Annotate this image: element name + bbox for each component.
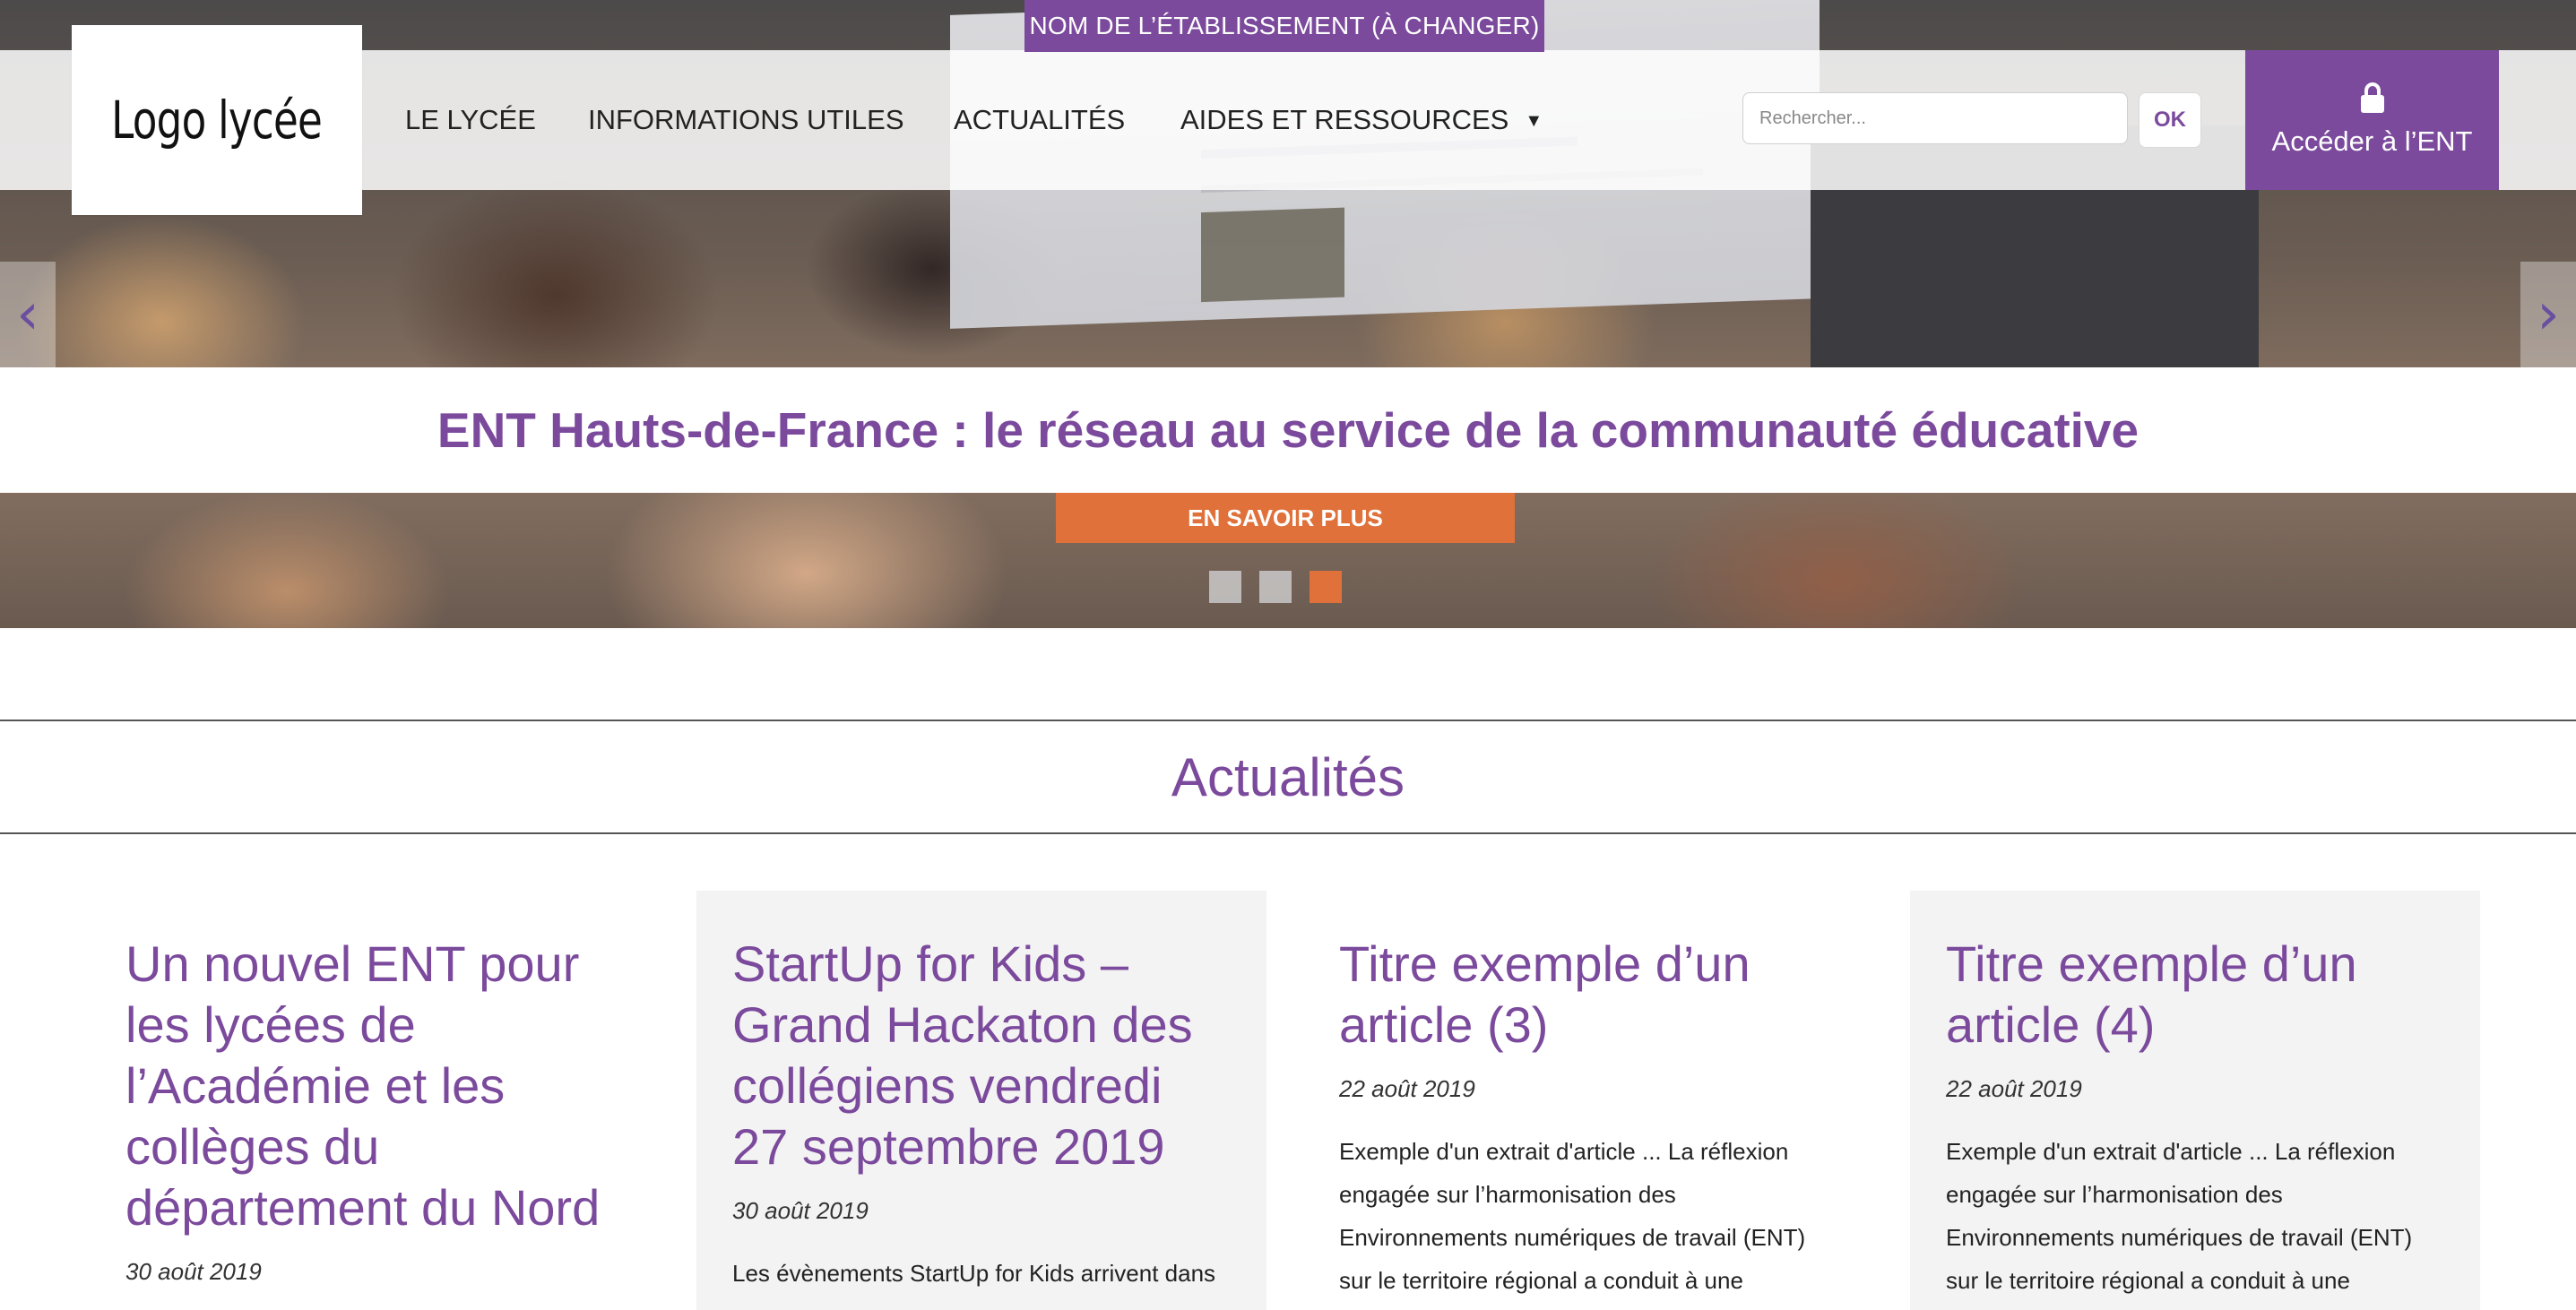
article-excerpt: Exemple d'un extrait d'article ... La ré… [1946, 1138, 2413, 1294]
slider-dots [1209, 571, 1342, 603]
article-excerpt: Exemple d'un extrait d'article ... La ré… [1339, 1138, 1806, 1294]
ent-access-button[interactable]: Accéder à l’ENT [2245, 50, 2499, 190]
article-date: 22 août 2019 [1946, 1075, 2082, 1102]
article-card[interactable]: Un nouvel ENT pour les lycées de l’Acadé… [90, 891, 660, 1310]
nav-item-le-lycee[interactable]: LE LYCÉE [405, 104, 536, 136]
article-title[interactable]: Titre exemple d’un article (4) [1946, 934, 2444, 1056]
article-card[interactable]: StartUp for Kids – Grand Hackaton des co… [696, 891, 1266, 1310]
slider-dot-1[interactable] [1209, 571, 1241, 603]
news-section-title: Actualités [1171, 746, 1405, 807]
article-date: 30 août 2019 [125, 1258, 262, 1285]
nav-item-aides-et-ressources[interactable]: AIDES ET RESSOURCES ▼ [1180, 104, 1543, 136]
nav-item-label: AIDES ET RESSOURCES [1180, 104, 1509, 135]
nav-item-actualites[interactable]: ACTUALITÉS [954, 104, 1125, 136]
school-name-tab: NOM DE L’ÉTABLISSEMENT (À CHANGER) [1024, 0, 1544, 52]
logo-text: Logo lycée [111, 90, 324, 151]
article-title[interactable]: Titre exemple d’un article (3) [1339, 934, 1837, 1056]
hero-caption: ENT Hauts-de-France : le réseau au servi… [0, 367, 2576, 493]
article-date: 30 août 2019 [732, 1197, 869, 1224]
nav-item-informations-utiles[interactable]: INFORMATIONS UTILES [588, 104, 904, 136]
slider-prev-arrow-icon[interactable]: ‹ [0, 262, 56, 367]
article-title[interactable]: Un nouvel ENT pour les lycées de l’Acadé… [125, 934, 624, 1238]
search-ok-button[interactable]: OK [2139, 92, 2201, 148]
news-section-header: Actualités [0, 720, 2576, 834]
article-title[interactable]: StartUp for Kids – Grand Hackaton des co… [732, 934, 1231, 1177]
hero-caption-title: ENT Hauts-de-France : le réseau au servi… [437, 402, 2139, 458]
caret-down-icon: ▼ [1525, 111, 1543, 131]
article-card[interactable]: Titre exemple d’un article (3) 22 août 2… [1303, 891, 1873, 1310]
search-input[interactable] [1742, 92, 2128, 144]
lock-icon [2360, 82, 2384, 113]
article-card[interactable]: Titre exemple d’un article (4) 22 août 2… [1910, 891, 2480, 1310]
en-savoir-plus-button[interactable]: EN SAVOIR PLUS [1056, 493, 1515, 543]
logo[interactable]: Logo lycée [72, 25, 362, 215]
article-date: 22 août 2019 [1339, 1075, 1475, 1102]
article-excerpt: Les évènements StartUp for Kids arrivent… [732, 1260, 1216, 1287]
slider-dot-2[interactable] [1259, 571, 1292, 603]
slider-next-arrow-icon[interactable]: › [2520, 262, 2576, 367]
ent-access-label: Accéder à l’ENT [2271, 125, 2473, 157]
slider-dot-3[interactable] [1310, 571, 1342, 603]
